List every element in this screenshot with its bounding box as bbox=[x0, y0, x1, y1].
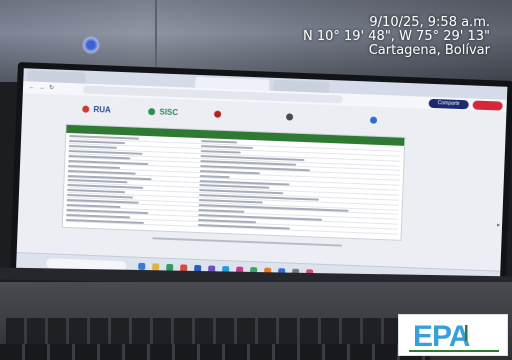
ministry-mark-icon bbox=[285, 113, 294, 121]
reload-icon[interactable]: ↻ bbox=[49, 84, 54, 92]
logo-rua: RUA bbox=[82, 102, 111, 119]
record-rows bbox=[63, 133, 404, 236]
red-action-button[interactable] bbox=[472, 100, 503, 111]
scroll-arrow-icon[interactable]: ▸ bbox=[497, 222, 500, 229]
svg-text:EPA: EPA bbox=[413, 320, 470, 353]
rua-mark-icon bbox=[82, 105, 90, 114]
record-card bbox=[61, 123, 406, 247]
geotag-overlay: 9/10/25, 9:58 a.m. N 10° 19' 48", W 75° … bbox=[303, 16, 490, 58]
back-icon[interactable]: ← bbox=[29, 83, 35, 91]
ceiling-light bbox=[82, 36, 100, 54]
laptop-screen: ← → ↻ Compartir RUA SISC ▸ bbox=[9, 62, 512, 295]
web-page: RUA SISC ▸ bbox=[16, 93, 507, 282]
share-button[interactable]: Compartir bbox=[428, 98, 469, 110]
logo-label: RUA bbox=[93, 104, 111, 115]
geotag-date-time: 9/10/25, 9:58 a.m. bbox=[369, 15, 490, 30]
card-footnote bbox=[152, 237, 343, 247]
logo-ministry bbox=[285, 109, 296, 125]
epa-logo-icon: EPA bbox=[409, 320, 499, 353]
geotag-coordinates: N 10° 19' 48", W 75° 29' 13" bbox=[303, 29, 490, 44]
geotag-location: Cartagena, Bolívar bbox=[368, 43, 490, 58]
forward-icon[interactable]: → bbox=[39, 84, 45, 92]
sisc-mark-icon bbox=[148, 108, 156, 116]
logo-seal bbox=[213, 107, 224, 123]
logo-sisc: SISC bbox=[148, 104, 178, 121]
seal-icon bbox=[213, 110, 222, 119]
agency-mark-icon bbox=[369, 116, 378, 125]
logo-label: SISC bbox=[159, 107, 179, 118]
epa-watermark: EPA bbox=[398, 314, 508, 356]
logo-agency bbox=[369, 113, 380, 129]
photo: 9/10/25, 9:58 a.m. N 10° 19' 48", W 75° … bbox=[0, 0, 512, 360]
keyboard-row bbox=[0, 344, 430, 360]
taskbar-app-icon[interactable] bbox=[138, 262, 146, 271]
